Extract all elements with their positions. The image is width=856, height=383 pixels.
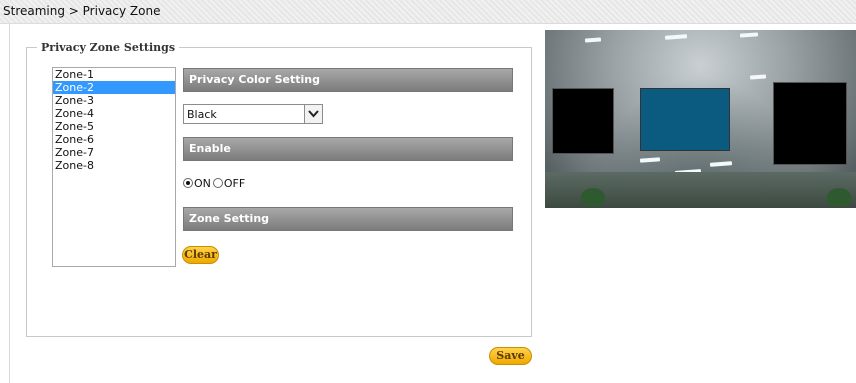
breadcrumb: Streaming > Privacy Zone — [3, 4, 161, 18]
zone-list-item[interactable]: Zone-4 — [53, 107, 175, 120]
plant — [827, 188, 851, 206]
privacy-mask-zone-1[interactable] — [552, 88, 614, 154]
zone-list-item[interactable]: Zone-3 — [53, 94, 175, 107]
enable-on-radio[interactable] — [183, 178, 193, 188]
enable-off-radio[interactable] — [212, 178, 223, 188]
zone-list-item[interactable]: Zone-5 — [53, 120, 175, 133]
breadcrumb-bar: Streaming > Privacy Zone — [0, 0, 856, 24]
enable-radio-group: ON OFF — [183, 176, 247, 190]
privacy-color-select[interactable]: Black — [183, 104, 323, 124]
save-button[interactable]: Save — [489, 347, 532, 365]
clear-button[interactable]: Clear — [182, 246, 219, 264]
panel-legend: Privacy Zone Settings — [41, 41, 176, 54]
ceiling-light — [739, 32, 759, 38]
frame-divider — [9, 24, 10, 383]
privacy-mask-zone-3[interactable] — [773, 82, 847, 165]
zone-setting-header: Zone Setting — [183, 207, 513, 231]
enable-off-label: OFF — [223, 176, 246, 190]
zone-list[interactable]: Zone-1 Zone-2 Zone-3 Zone-4 Zone-5 Zone-… — [52, 67, 176, 267]
zone-list-item[interactable]: Zone-6 — [53, 133, 175, 146]
ceiling-light — [584, 37, 602, 43]
ceiling-light — [749, 74, 767, 80]
chevron-down-icon[interactable] — [304, 105, 322, 123]
plant — [581, 188, 605, 206]
privacy-color-header: Privacy Color Setting — [183, 68, 513, 92]
zone-list-item[interactable]: Zone-2 — [53, 81, 175, 94]
ceiling-light — [709, 161, 733, 167]
zone-list-item[interactable]: Zone-1 — [53, 68, 175, 81]
camera-preview[interactable] — [545, 30, 856, 208]
enable-header: Enable — [183, 137, 513, 161]
zone-list-item[interactable]: Zone-8 — [53, 159, 175, 172]
privacy-color-value: Black — [187, 108, 217, 121]
ceiling-light — [639, 157, 661, 163]
zone-list-item[interactable]: Zone-7 — [53, 146, 175, 159]
enable-on-label: ON — [194, 176, 211, 190]
ceiling-light — [664, 34, 688, 40]
privacy-mask-zone-2[interactable] — [640, 88, 730, 151]
